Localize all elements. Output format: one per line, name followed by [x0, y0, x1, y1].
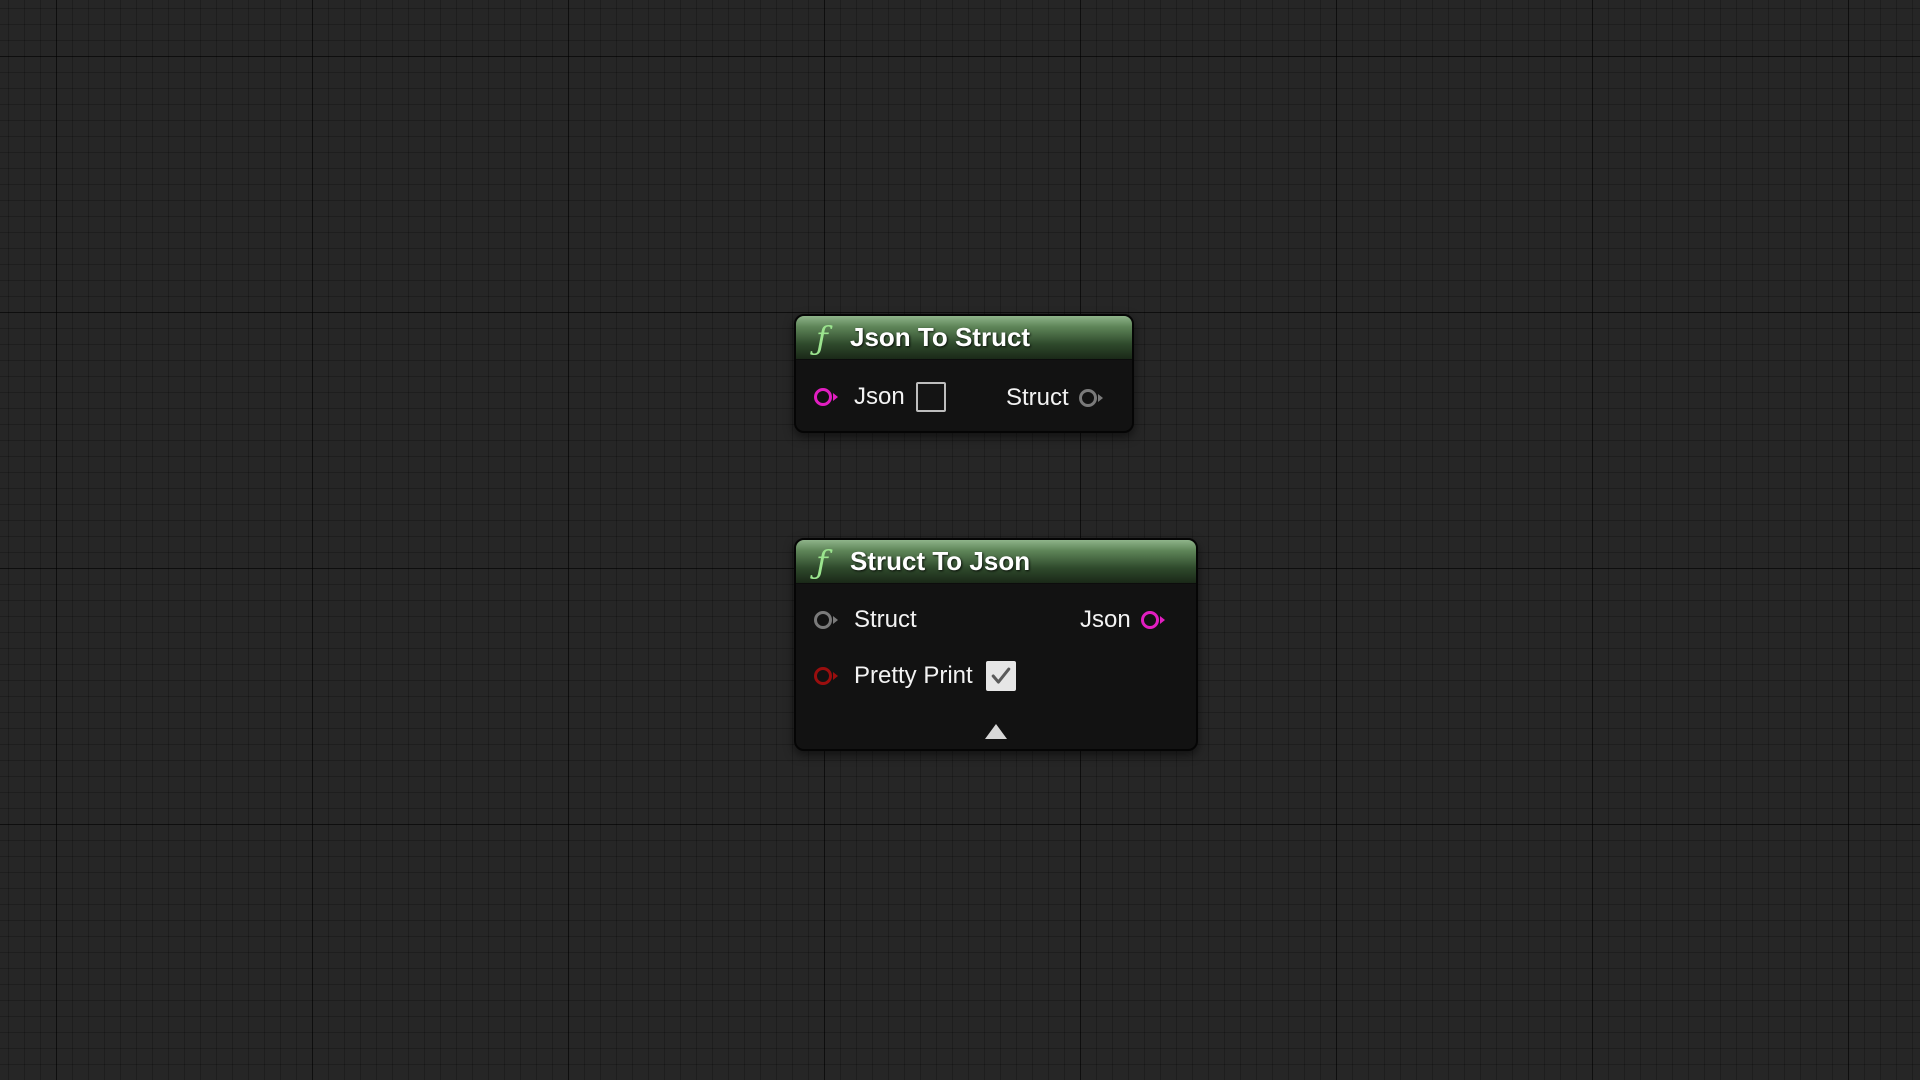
struct-output-pin[interactable] [1078, 389, 1103, 407]
checkmark-icon [991, 667, 1011, 684]
pretty-print-checkbox[interactable] [985, 661, 1016, 691]
struct-input-label: Struct [854, 606, 917, 633]
pretty-print-label: Pretty Print [854, 662, 973, 689]
json-input-label: Json [854, 383, 905, 410]
pretty-print-input-pin[interactable] [814, 667, 838, 685]
json-output-pin[interactable] [1140, 611, 1165, 629]
json-input-pin[interactable] [814, 388, 838, 406]
json-output-pin-row: Json [1080, 606, 1165, 634]
collapse-arrow-up-icon[interactable] [985, 724, 1007, 739]
json-input-checkbox[interactable] [915, 382, 946, 412]
json-to-struct-header[interactable]: ƒ Json To Struct [796, 316, 1132, 360]
pretty-print-pin-row: Pretty Print [814, 661, 1016, 691]
json-to-struct-node[interactable]: ƒ Json To Struct Json Struct [794, 314, 1134, 433]
struct-input-pin-row: Struct [814, 606, 917, 634]
struct-output-pin-row: Struct [1006, 384, 1103, 412]
json-output-label: Json [1080, 606, 1131, 633]
function-icon: ƒ [816, 542, 828, 581]
node-title: Struct To Json [850, 546, 1031, 576]
blueprint-graph-canvas[interactable]: ƒ Json To Struct Json Struct ƒ Struct To… [0, 0, 1920, 1080]
struct-input-pin[interactable] [814, 611, 838, 629]
json-input-pin-row: Json [814, 382, 946, 412]
struct-output-label: Struct [1006, 384, 1069, 411]
function-icon: ƒ [816, 318, 828, 357]
node-title: Json To Struct [850, 322, 1031, 352]
struct-to-json-header[interactable]: ƒ Struct To Json [796, 540, 1196, 584]
struct-to-json-node[interactable]: ƒ Struct To Json Struct Json Pretty Prin… [794, 538, 1198, 751]
